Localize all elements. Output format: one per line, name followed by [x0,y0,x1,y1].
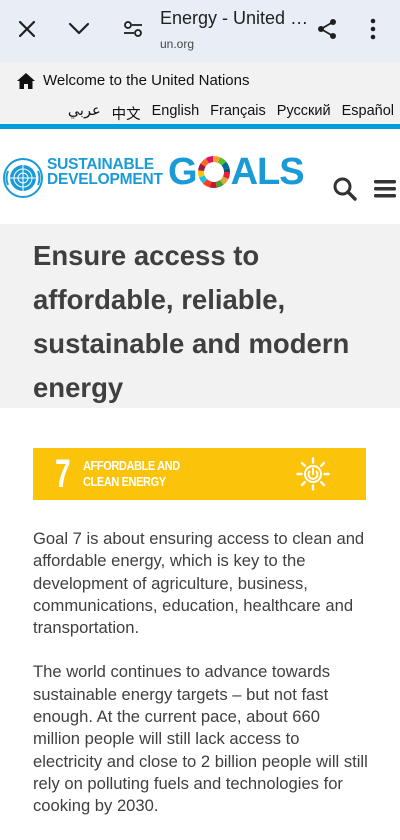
logo-line-1: SUSTAINABLE [47,156,154,173]
share-icon[interactable] [312,14,342,44]
lang-chinese[interactable]: 中文 [112,103,141,124]
lang-arabic[interactable]: عربي [68,103,101,124]
url-display[interactable]: un.org [160,37,194,51]
sdg-logo-text[interactable]: SUSTAINABLE DEVELOPMENT [47,156,163,188]
home-icon [17,72,35,89]
title-section: Ensure access to affordable, reliable, s… [0,224,400,408]
goals-logo[interactable]: G ALS [168,151,305,193]
hamburger-menu-icon[interactable] [374,178,396,200]
chevron-down-icon[interactable] [64,14,94,44]
site-header: SUSTAINABLE DEVELOPMENT G ALS [0,129,400,224]
lang-spanish[interactable]: Español [342,103,394,124]
page-title: Ensure access to affordable, reliable, s… [33,240,350,403]
welcome-link[interactable]: Welcome to the United Nations [17,72,250,89]
page-tab-title[interactable]: Energy - United Nations Sustainable Deve… [160,8,310,29]
logo-line-2: DEVELOPMENT [47,171,163,188]
browser-toolbar: Energy - United Nations Sustainable Deve… [0,0,400,62]
site-settings-icon[interactable] [118,14,148,44]
language-switcher: عربي 中文 English Français Русский Español [68,103,394,124]
search-icon[interactable] [332,176,358,202]
article-body: Goal 7 is about ensuring access to clean… [33,528,371,840]
paragraph-1: Goal 7 is about ensuring access to clean… [33,529,365,638]
more-vert-icon[interactable] [358,14,388,44]
lang-english[interactable]: English [152,103,200,124]
un-top-bar: Welcome to the United Nations عربي 中文 En… [0,62,400,124]
goals-letters-rest: ALS [230,151,305,193]
lang-russian[interactable]: Русский [277,103,331,124]
goal-7-banner: 7 AFFORDABLE AND CLEAN ENERGY [33,448,366,500]
goal-label-line-2: CLEAN ENERGY [83,474,166,489]
close-icon[interactable] [12,14,42,44]
goals-letter-g: G [168,151,198,193]
lang-french[interactable]: Français [210,103,266,124]
welcome-text: Welcome to the United Nations [43,72,250,89]
goal-label-line-1: AFFORDABLE AND [83,458,180,473]
paragraph-2: The world continues to advance towards s… [33,662,368,816]
sun-power-icon [296,457,330,491]
goal-number: 7 [55,452,71,496]
goal-label: AFFORDABLE AND CLEAN ENERGY [83,458,180,490]
un-emblem-icon[interactable] [2,157,44,199]
sdg-wheel-icon [197,156,230,188]
